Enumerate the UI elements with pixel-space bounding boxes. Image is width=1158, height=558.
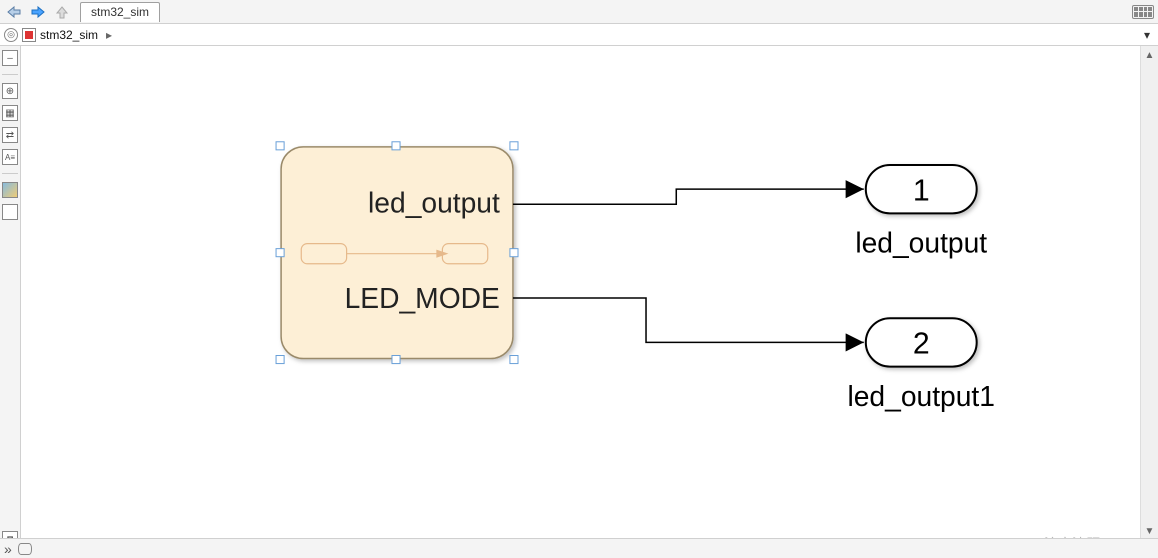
up-arrow-icon[interactable] bbox=[52, 3, 72, 21]
scroll-up-icon[interactable]: ▲ bbox=[1141, 46, 1158, 64]
block-icon[interactable] bbox=[2, 204, 18, 220]
outport-1-label: led_output bbox=[855, 227, 987, 259]
diagram-svg: led_output LED_MODE 1 led_output bbox=[21, 46, 1140, 540]
breadcrumb-dropdown-icon[interactable]: ▾ bbox=[1140, 28, 1154, 42]
tab-model[interactable]: stm32_sim bbox=[80, 2, 160, 22]
target-icon[interactable]: ◎ bbox=[4, 28, 18, 42]
annotation-icon[interactable]: A≡ bbox=[2, 149, 18, 165]
zoom-in-icon[interactable]: ⊕ bbox=[2, 83, 18, 99]
outport-2[interactable]: 2 led_output1 bbox=[847, 318, 995, 412]
block-port1-label: led_output bbox=[368, 186, 500, 218]
back-arrow-icon[interactable] bbox=[4, 3, 24, 21]
database-icon[interactable] bbox=[18, 543, 32, 555]
chart-block[interactable]: led_output LED_MODE bbox=[276, 142, 518, 364]
tool-hide-icon[interactable]: – bbox=[2, 50, 18, 66]
image-icon[interactable] bbox=[2, 182, 18, 198]
keyboard-icon[interactable] bbox=[1132, 5, 1154, 19]
fit-view-icon[interactable]: ▦ bbox=[2, 105, 18, 121]
left-toolbar: – ⊕ ▦ ⇄ A≡ ◙ bbox=[0, 46, 21, 558]
top-nav-bar: stm32_sim bbox=[0, 0, 1158, 24]
work-area: – ⊕ ▦ ⇄ A≡ ◙ bbox=[0, 46, 1158, 558]
breadcrumb-bar: ◎ stm32_sim ▸ ▾ bbox=[0, 24, 1158, 46]
breadcrumb-root[interactable]: stm32_sim bbox=[40, 28, 98, 42]
breadcrumb-chevron-icon: ▸ bbox=[106, 28, 112, 42]
expand-icon[interactable]: » bbox=[4, 541, 12, 557]
tab-label: stm32_sim bbox=[91, 5, 149, 19]
outport-1-number: 1 bbox=[913, 174, 930, 207]
vertical-scrollbar[interactable]: ▲ ▼ bbox=[1140, 46, 1158, 540]
footer-bar: » bbox=[0, 538, 1158, 558]
canvas-area: led_output LED_MODE 1 led_output bbox=[21, 46, 1158, 558]
signal-lines bbox=[513, 189, 864, 342]
model-file-icon bbox=[22, 28, 36, 42]
model-canvas[interactable]: led_output LED_MODE 1 led_output bbox=[21, 46, 1140, 540]
outport-2-number: 2 bbox=[913, 327, 930, 360]
block-port2-label: LED_MODE bbox=[345, 282, 500, 314]
outport-1[interactable]: 1 led_output bbox=[855, 165, 987, 259]
forward-arrow-icon[interactable] bbox=[28, 3, 48, 21]
outport-2-label: led_output1 bbox=[847, 380, 995, 412]
auto-arrange-icon[interactable]: ⇄ bbox=[2, 127, 18, 143]
